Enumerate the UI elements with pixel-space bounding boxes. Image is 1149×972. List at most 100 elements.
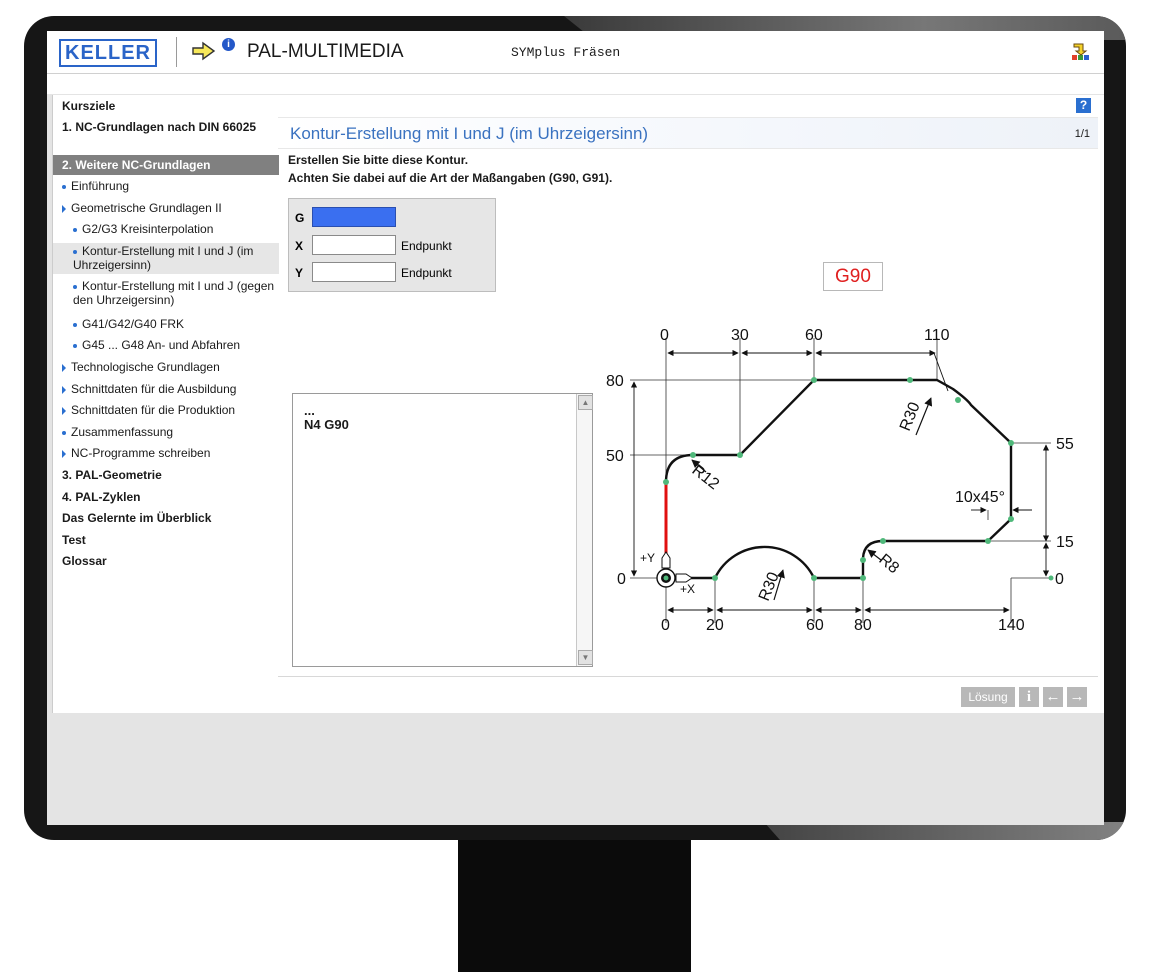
nav-item-test[interactable]: Test: [53, 533, 279, 547]
dim-left-50: 50: [606, 448, 624, 465]
nav-item-zusammenfassung[interactable]: Zusammenfassung: [53, 425, 279, 439]
nav-item-kursziele[interactable]: Kursziele: [53, 99, 279, 113]
radius-label-r12: R12: [689, 462, 723, 494]
help-button[interactable]: ?: [1076, 98, 1091, 113]
dim-left-80: 80: [606, 373, 624, 390]
info-icon[interactable]: i: [222, 38, 235, 51]
content-area: Kursziele 1. NC-Grundlagen nach DIN 6602…: [52, 95, 1104, 718]
chamfer-label: 10x45°: [955, 489, 1005, 506]
app-header: KELLER i PAL-MULTIMEDIA SYMplus Fräsen: [47, 31, 1104, 74]
dim-bottom-140: 140: [998, 617, 1025, 630]
header-divider: [176, 37, 177, 67]
nav-label: Schnittdaten für die Produktion: [71, 403, 236, 417]
nav-item-pal-zyklen[interactable]: 4. PAL-Zyklen: [53, 490, 279, 504]
nav-label: Kontur-Erstellung mit I und J (im Uhrzei…: [73, 244, 254, 272]
g-input[interactable]: [312, 207, 396, 227]
sidebar: Kursziele 1. NC-Grundlagen nach DIN 6602…: [52, 95, 279, 718]
nav-item-glossar[interactable]: Glossar: [53, 554, 279, 568]
input-label-g: G: [295, 211, 305, 225]
nav-label: Zusammenfassung: [71, 425, 174, 439]
bullet-icon: [73, 322, 77, 327]
dim-right-55: 55: [1056, 436, 1074, 453]
expand-arrow-icon: [62, 449, 66, 458]
input-panel: G X Endpunkt Y Endpunkt: [288, 198, 496, 292]
nav-label: G45 ... G48 An- und Abfahren: [82, 338, 241, 352]
screen: KELLER i PAL-MULTIMEDIA SYMplus Fräsen K…: [47, 31, 1104, 825]
dim-top-60: 60: [805, 327, 823, 344]
back-button[interactable]: ←: [1043, 687, 1063, 707]
scrollbar[interactable]: ▲ ▼: [576, 394, 593, 666]
nav-label: 4. PAL-Zyklen: [62, 490, 141, 504]
y-input[interactable]: [312, 262, 396, 282]
dim-bottom-60: 60: [806, 617, 824, 630]
nav-item-technologische-grundlagen[interactable]: Technologische Grundlagen: [53, 360, 279, 374]
nav-label: Glossar: [62, 554, 107, 568]
nav-item-anfahren[interactable]: G45 ... G48 An- und Abfahren: [53, 338, 279, 352]
instruction-line-2: Achten Sie dabei auf die Art der Maßanga…: [288, 171, 613, 185]
nav-item-schnittdaten-ausbildung[interactable]: Schnittdaten für die Ausbildung: [53, 382, 279, 396]
nav-item-pal-geometrie[interactable]: 3. PAL-Geometrie: [53, 468, 279, 482]
page-title: Kontur-Erstellung mit I und J (im Uhrzei…: [290, 124, 649, 143]
product-name: SYMplus Fräsen: [511, 45, 621, 60]
dim-right-15: 15: [1056, 534, 1074, 551]
nav-item-kontur-uhrzeigersinn[interactable]: Kontur-Erstellung mit I und J (im Uhrzei…: [53, 243, 279, 274]
dim-top-0: 0: [660, 327, 669, 344]
content-divider: [278, 676, 1098, 677]
contour-drawing: 0 30 60 110 80 50 0 55 15 0 0 20 60 80 1…: [606, 327, 1074, 630]
bullet-icon: [73, 249, 77, 254]
solution-button[interactable]: Lösung: [961, 687, 1015, 707]
nav-item-ueberblick[interactable]: Das Gelernte im Überblick: [53, 511, 279, 525]
nav-label: 3. PAL-Geometrie: [62, 468, 162, 482]
main-panel: ? Kontur-Erstellung mit I und J (im Uhrz…: [278, 95, 1104, 713]
nc-program-text: ... N4 G90: [304, 404, 349, 432]
axis-x-label: +X: [680, 582, 695, 596]
arrow-right-icon[interactable]: [191, 40, 217, 62]
nc-program-box[interactable]: ... N4 G90 ▲ ▼: [292, 393, 593, 667]
nav-item-kreisinterpolation[interactable]: G2/G3 Kreisinterpolation: [53, 222, 279, 236]
dim-top-110: 110: [924, 327, 950, 344]
scroll-down-icon[interactable]: ▼: [578, 650, 593, 665]
dim-top-30: 30: [731, 327, 749, 344]
nav-item-frk[interactable]: G41/G42/G40 FRK: [53, 317, 279, 331]
nav-item-nc-grundlagen[interactable]: 1. NC-Grundlagen nach DIN 66025: [53, 120, 279, 134]
scroll-up-icon[interactable]: ▲: [578, 395, 593, 410]
app-title: PAL-MULTIMEDIA: [247, 41, 404, 62]
nav-label: Kursziele: [62, 99, 116, 113]
dimension-labels: 0 30 60 110 80 50 0 55 15 0 0 20 60 80 1…: [606, 327, 1074, 630]
nav-item-kontur-gegen-uhrzeigersinn[interactable]: Kontur-Erstellung mit I und J (gegen den…: [53, 279, 279, 307]
nav-label: 2. Weitere NC-Grundlagen: [62, 158, 211, 172]
nav-label: Geometrische Grundlagen II: [71, 201, 222, 215]
nav-label: G41/G42/G40 FRK: [82, 317, 185, 331]
input-row-x: X Endpunkt: [295, 235, 495, 257]
input-label-x: X: [295, 239, 304, 253]
nav-label: G2/G3 Kreisinterpolation: [82, 222, 214, 236]
y-hint: Endpunkt: [401, 266, 452, 280]
dim-bottom-80: 80: [854, 617, 872, 630]
nav-item-weitere-nc-grundlagen[interactable]: 2. Weitere NC-Grundlagen: [53, 155, 279, 175]
info-button[interactable]: i: [1019, 687, 1039, 707]
nav-item-einfuehrung[interactable]: Einführung: [53, 179, 279, 193]
expand-arrow-icon: [62, 363, 66, 372]
monitor-stand: [458, 840, 691, 972]
nav-label: 1. NC-Grundlagen nach DIN 66025: [62, 120, 257, 134]
bullet-icon: [73, 343, 77, 348]
bullet-icon: [62, 184, 66, 189]
nav-label: Das Gelernte im Überblick: [62, 511, 212, 525]
nav-label: Schnittdaten für die Ausbildung: [71, 382, 237, 396]
forward-button[interactable]: →: [1067, 687, 1087, 707]
nav-label: Kontur-Erstellung mit I und J (gegen den…: [73, 279, 275, 307]
x-hint: Endpunkt: [401, 239, 452, 253]
nav-item-schnittdaten-produktion[interactable]: Schnittdaten für die Produktion: [53, 403, 279, 417]
expand-arrow-icon: [62, 406, 66, 415]
nav-item-nc-programme[interactable]: NC-Programme schreiben: [53, 446, 279, 460]
footer-area: [47, 713, 1104, 825]
exit-icon[interactable]: [1069, 41, 1091, 63]
x-input[interactable]: [312, 235, 396, 255]
title-bar: Kontur-Erstellung mit I und J (im Uhrzei…: [278, 117, 1098, 149]
nav-label: Technologische Grundlagen: [71, 360, 220, 374]
header-spacer: [47, 74, 1104, 94]
page-counter: 1/1: [1074, 128, 1090, 140]
nav-item-geometrische-grundlagen[interactable]: Geometrische Grundlagen II: [53, 201, 279, 215]
keller-logo: KELLER: [59, 39, 157, 67]
code-line: ...: [304, 403, 315, 418]
